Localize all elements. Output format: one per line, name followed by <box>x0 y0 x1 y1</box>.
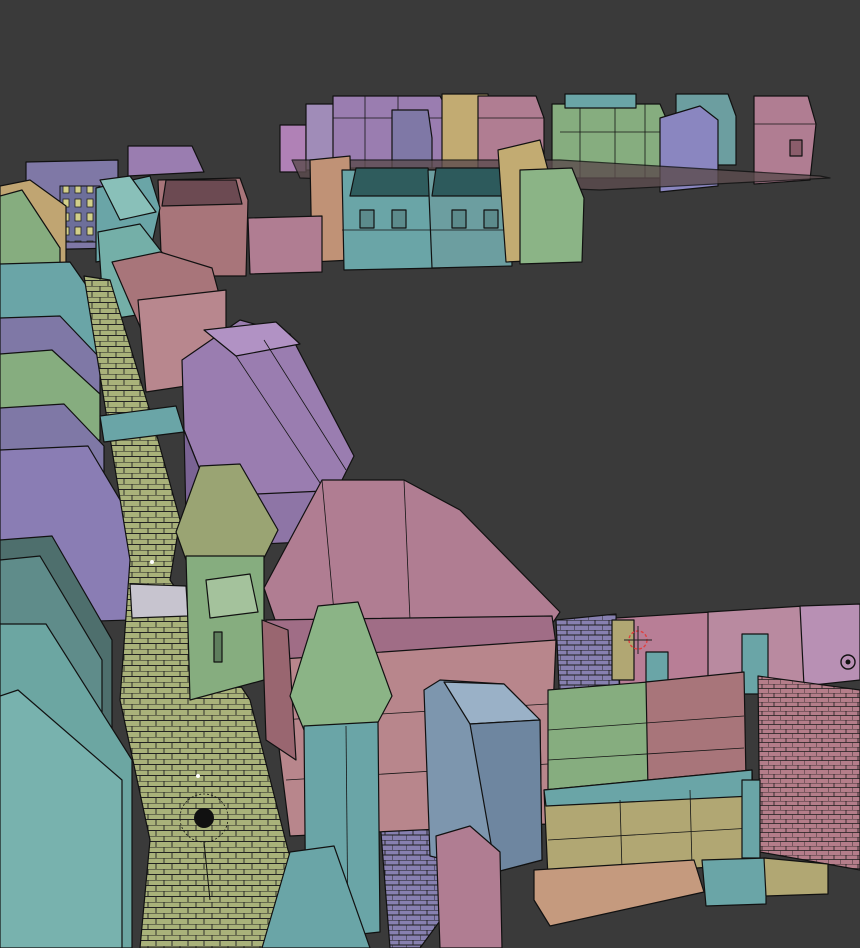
vertex-dot <box>196 774 200 778</box>
vertex-dot <box>150 560 154 564</box>
scene-render <box>0 93 860 948</box>
3d-viewport[interactable] <box>0 0 860 948</box>
